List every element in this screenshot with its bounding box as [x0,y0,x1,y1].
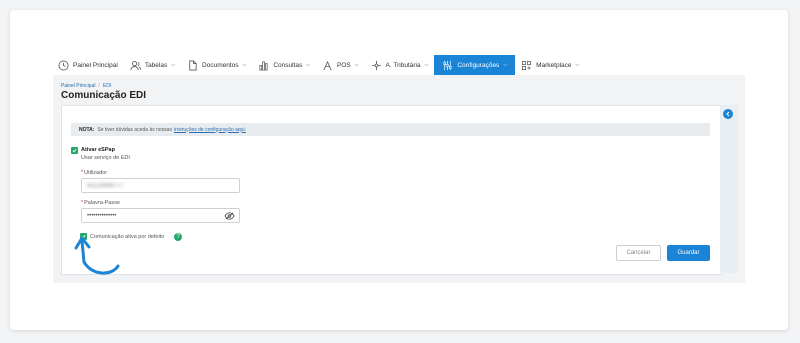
breadcrumb-current: EDI [102,83,112,89]
chevron-down-icon: ⌵ [242,62,247,68]
nav-label: Configurações [457,61,500,69]
chevron-down-icon: ⌵ [354,62,359,68]
activate-sublabel: Usar serviço de EDI [81,155,130,161]
nav-label: Tabelas [144,61,168,69]
user-value: ex123456777 [87,182,124,189]
users-icon [130,60,141,71]
activate-label: Ativar eSPap [81,147,115,153]
page-title: Comunicação EDI [61,90,147,101]
note-prefix: NOTA: [79,126,95,133]
cancel-button[interactable]: Cancelar [616,245,661,261]
info-note: NOTA: Se tiver dúvidas aceda às nossas i… [71,123,710,136]
eye-slash-icon[interactable] [224,212,235,222]
save-button[interactable]: Guardar [667,245,710,261]
nav-configuracoes[interactable]: Configurações ⌵ [434,55,516,75]
password-input[interactable]: •••••••••••••• [81,208,240,223]
grid-icon [521,60,532,71]
help-icon[interactable]: ? [174,233,182,241]
activate-checkbox[interactable] [71,147,78,154]
nav-painel-principal[interactable]: Painel Principal [52,55,124,75]
nav-label: Painel Principal [73,61,118,69]
check-icon [72,148,77,153]
password-field-label: *Palavra-Passe [81,200,120,206]
nav-label: A. Tributária [385,61,421,69]
pos-icon [322,60,333,71]
nav-label: Marketplace [536,61,572,69]
network-icon [371,60,382,71]
clock-icon [58,60,69,71]
password-label-text: Palavra-Passe [84,200,120,206]
chevron-down-icon: ⌵ [575,62,580,68]
side-strip [720,105,738,273]
curved-arrow-annotation [74,236,120,275]
chevron-down-icon: ⌵ [503,62,508,68]
nav-tabelas[interactable]: Tabelas ⌵ [124,55,181,75]
chevron-down-icon: ⌵ [171,62,176,68]
nav-a-tributaria[interactable]: A. Tributária ⌵ [365,55,435,75]
chevron-down-icon: ⌵ [306,62,311,68]
chevron-left-icon [726,111,730,117]
bar-chart-icon [258,60,269,71]
nav-marketplace[interactable]: Marketplace ⌵ [515,55,585,75]
note-text: Se tiver dúvidas aceda às nossas [97,126,172,133]
collapse-button[interactable] [723,109,733,119]
document-icon [187,60,198,71]
nav-consultas[interactable]: Consultas ⌵ [252,55,316,75]
nav-label: Consultas [273,61,303,69]
help-text: ? [176,234,180,240]
main-navbar: Painel Principal Tabelas ⌵ Documentos ⌵ … [52,55,742,75]
user-input[interactable]: ex123456777 [81,178,240,193]
breadcrumb: Painel Principal / EDI [61,83,112,89]
password-value: •••••••••••••• [87,212,117,219]
user-label-text: Utilizador [84,170,108,176]
nav-label: Documentos [202,61,239,69]
nav-pos[interactable]: POS ⌵ [316,55,365,75]
breadcrumb-home[interactable]: Painel Principal [61,83,95,89]
user-field-label: *Utilizador [81,170,108,176]
note-link[interactable]: instruções de configuração aqui. [174,127,246,133]
settings-icon [442,60,453,71]
chevron-down-icon: ⌵ [424,62,429,68]
nav-label: POS [337,61,351,69]
nav-documentos[interactable]: Documentos ⌵ [181,55,252,75]
